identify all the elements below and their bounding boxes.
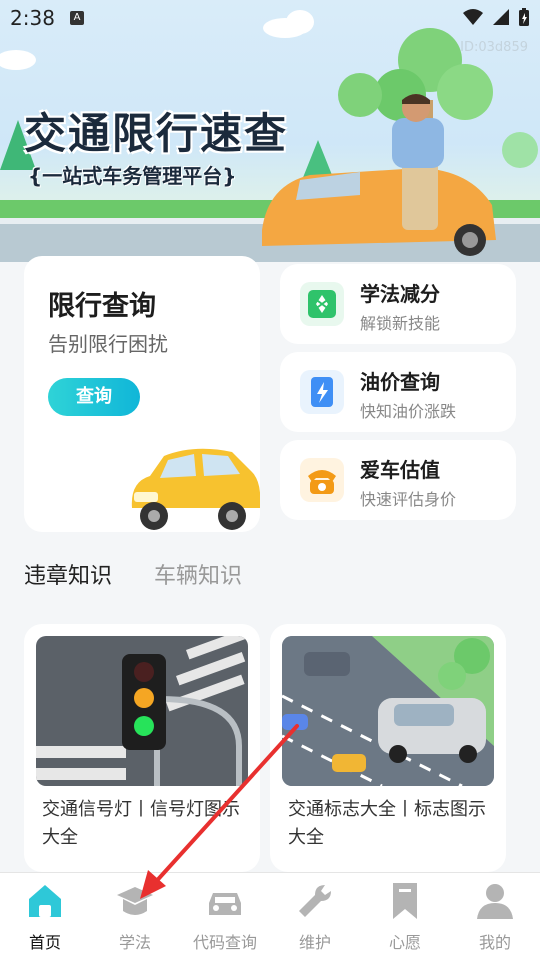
restriction-query-subtitle: 告别限行困扰 xyxy=(48,332,168,356)
bookmark-icon xyxy=(393,883,417,919)
status-time: 2:38 xyxy=(10,6,55,30)
side-card-study-subtitle: 解锁新技能 xyxy=(360,314,441,333)
car-icon xyxy=(209,893,241,915)
side-card-study[interactable]: 学法减分 解锁新技能 xyxy=(280,264,516,344)
nav-code-query[interactable]: 代码查询 xyxy=(180,873,270,961)
banner-title: 交通限行速查 xyxy=(24,109,289,158)
nav-study[interactable]: 学法 xyxy=(90,873,180,961)
status-a-badge: A xyxy=(70,11,84,25)
graduation-cap-icon xyxy=(117,887,153,915)
restriction-query-title: 限行查询 xyxy=(48,291,156,322)
yellow-car-illustration xyxy=(131,448,260,530)
battery-icon xyxy=(519,8,529,26)
side-card-valuation-subtitle: 快速评估身价 xyxy=(360,490,457,509)
knowledge-card-signs[interactable]: 交通标志大全丨标志图示大全 xyxy=(270,624,506,872)
wifi-icon xyxy=(463,9,483,25)
banner[interactable]: ID:03d859 交通限行速查 {一站式车务管理平台} xyxy=(0,0,540,262)
status-bar: 2:38 A xyxy=(0,0,540,38)
book-leaf-icon xyxy=(300,282,344,326)
knowledge-card-signs-text: 交通标志大全丨标志图示大全 xyxy=(288,799,486,848)
restriction-query-card[interactable]: 限行查询 告别限行困扰 查询 xyxy=(24,256,260,532)
nav-code-query-label: 代码查询 xyxy=(192,933,257,952)
side-card-valuation[interactable]: 爱车估值 快速评估身价 xyxy=(280,440,516,520)
nav-study-label: 学法 xyxy=(118,933,151,952)
user-icon xyxy=(477,884,513,919)
nav-home-label: 首页 xyxy=(28,933,61,952)
status-icons xyxy=(462,7,530,27)
road-cars-image xyxy=(282,636,494,786)
side-card-fuel-title: 油价查询 xyxy=(360,370,440,394)
traffic-light-image xyxy=(36,636,248,786)
knowledge-card-signals-text: 交通信号灯丨信号灯图示大全 xyxy=(42,799,240,848)
nav-profile[interactable]: 我的 xyxy=(450,873,540,961)
nav-maintenance[interactable]: 维护 xyxy=(270,873,360,961)
home-icon xyxy=(29,885,61,917)
bottom-navigation: 首页 学法 代码查询 维护 心愿 我的 xyxy=(0,872,540,961)
wrench-icon xyxy=(299,885,331,917)
nav-profile-label: 我的 xyxy=(478,933,511,952)
signal-icon xyxy=(493,9,509,25)
side-card-fuel-subtitle: 快知油价涨跌 xyxy=(360,402,457,421)
query-button[interactable]: 查询 xyxy=(48,378,140,416)
nav-wishlist[interactable]: 心愿 xyxy=(360,873,450,961)
fuel-pump-icon xyxy=(300,370,344,414)
nav-home[interactable]: 首页 xyxy=(0,873,90,961)
banner-subtitle: {一站式车务管理平台} xyxy=(28,164,237,188)
phone-icon xyxy=(300,458,344,502)
knowledge-card-signals[interactable]: 交通信号灯丨信号灯图示大全 xyxy=(24,624,260,872)
banner-id-label: ID:03d859 xyxy=(460,40,528,55)
side-card-fuel[interactable]: 油价查询 快知油价涨跌 xyxy=(280,352,516,432)
nav-wishlist-label: 心愿 xyxy=(388,933,421,952)
side-card-valuation-title: 爱车估值 xyxy=(360,458,440,482)
tab-vehicle-knowledge[interactable]: 车辆知识 xyxy=(154,558,242,590)
tab-violation-knowledge[interactable]: 违章知识 xyxy=(24,558,112,590)
nav-maintenance-label: 维护 xyxy=(298,933,331,952)
side-card-study-title: 学法减分 xyxy=(360,282,440,306)
